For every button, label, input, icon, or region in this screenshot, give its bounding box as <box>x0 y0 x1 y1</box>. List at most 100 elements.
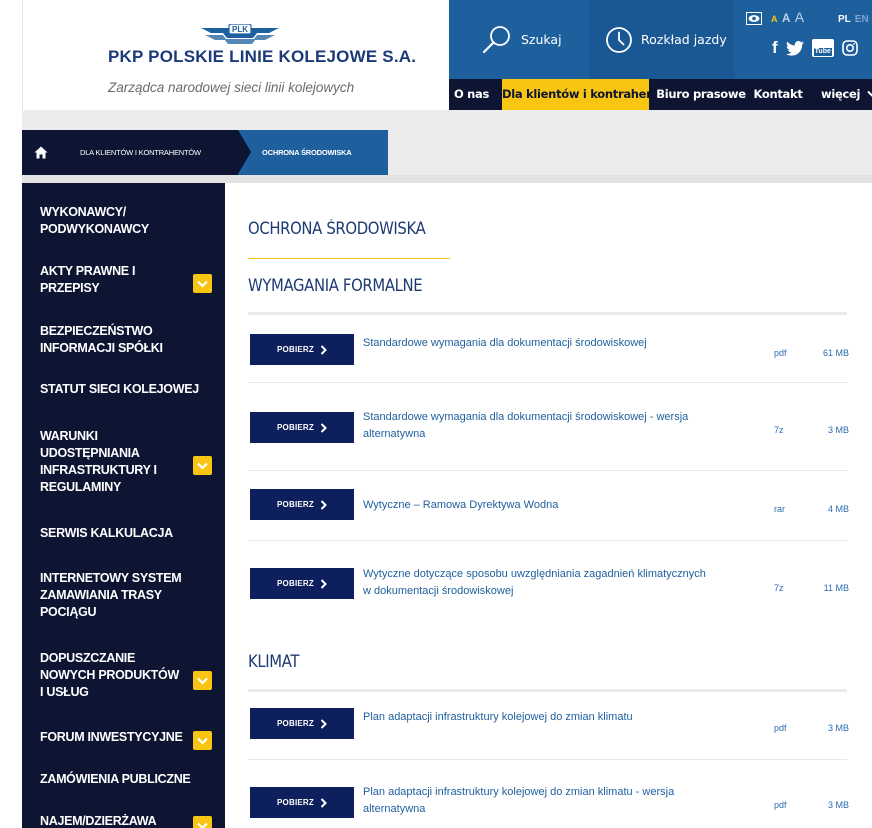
sidebar-item-6[interactable]: SERWIS KALKULACJA <box>22 525 225 546</box>
sidebar-item-11[interactable]: NAJEM/DZIERŻAWA <box>22 813 225 828</box>
download-button[interactable]: POBIERZ <box>250 412 354 443</box>
breadcrumb-separator <box>238 130 251 174</box>
main-nav: O nas Dla klientów i kontrahentów Biuro … <box>449 79 872 110</box>
sidebar-item-label-line: STATUT SIECI KOLEJOWEJ <box>40 382 199 396</box>
font-size-medium[interactable]: A <box>782 13 790 25</box>
nav-item-biuro-prasowe[interactable]: Biuro prasowe <box>655 79 747 110</box>
sidebar-item-label-line: SERWIS KALKULACJA <box>40 526 173 540</box>
download-button-label: POBIERZ <box>277 579 314 588</box>
facebook-icon[interactable]: f <box>772 38 778 58</box>
font-size-large[interactable]: A <box>795 9 804 25</box>
youtube-icon[interactable]: You Tube <box>811 39 834 57</box>
timetable-button[interactable]: Rozkład jazdy <box>589 0 734 79</box>
download-button[interactable]: POBIERZ <box>250 489 354 520</box>
sidebar-item-label-line: POCIĄGU <box>40 605 97 619</box>
nav-item-dla-klientow[interactable]: Dla klientów i kontrahentów <box>502 79 678 110</box>
document-title-line: Standardowe wymagania dla dokumentacji ś… <box>363 411 689 423</box>
chevron-down-icon <box>197 280 208 288</box>
breadcrumb-item-current: OCHRONA ŚRODOWISKA <box>238 130 388 175</box>
sidebar-item-label: NAJEM/DZIERŻAWA <box>40 813 157 828</box>
file-type: rar <box>774 504 785 514</box>
nav-item-kontakt[interactable]: Kontakt <box>747 79 809 110</box>
sidebar-item-label: ZAMÓWIENIA PUBLICZNE <box>40 771 191 788</box>
search-icon <box>482 25 510 53</box>
breadcrumb-item-dla-klientow[interactable]: DLA KLIENTÓW I KONTRAHENTÓW <box>60 130 238 175</box>
sidebar-item-2[interactable]: AKTY PRAWNE I PRZEPISY <box>22 263 225 301</box>
search-button[interactable]: Szukaj <box>449 0 589 79</box>
document-title-link[interactable]: Wytyczne dotyczące sposobu uwzględniania… <box>363 566 743 600</box>
sidebar-item-label: INTERNETOWY SYSTEM ZAMAWIANIA TRASY POCIĄG… <box>40 570 182 621</box>
eye-icon[interactable] <box>746 12 762 25</box>
expand-toggle[interactable] <box>193 731 212 750</box>
sidebar-item-label: WARUNKI UDOSTĘPNIANIA INFRASTRUKTURY I REGU… <box>40 428 157 496</box>
download-button[interactable]: POBIERZ <box>250 787 354 818</box>
row-separator <box>248 470 847 471</box>
chevron-right-icon <box>320 499 327 510</box>
font-size-small[interactable]: A <box>771 14 778 24</box>
expand-toggle[interactable] <box>193 671 212 690</box>
document-title-link[interactable]: Plan adaptacji infrastruktury kolejowej … <box>363 784 743 818</box>
expand-toggle[interactable] <box>193 456 212 475</box>
file-size: 3 MB <box>827 723 849 733</box>
breadcrumb-home[interactable] <box>22 130 60 175</box>
twitter-icon[interactable] <box>785 40 804 56</box>
youtube-label-bottom: Tube <box>813 48 832 56</box>
file-type: 7z <box>774 425 784 435</box>
sidebar-item-label-line: PRZEPISY <box>40 281 100 295</box>
timetable-label: Rozkład jazdy <box>641 32 727 47</box>
file-type: pdf <box>774 723 787 733</box>
sidebar-item-3[interactable]: BEZPIECZEŃSTWO INFORMACJI SPÓŁKI <box>22 323 225 361</box>
sidebar-item-label-line: WARUNKI <box>40 429 98 443</box>
sidebar-item-label-line: BEZPIECZEŃSTWO <box>40 324 153 338</box>
download-button[interactable]: POBIERZ <box>250 334 354 365</box>
instagram-icon[interactable] <box>842 40 858 56</box>
expand-toggle[interactable] <box>193 274 212 293</box>
main-content: OCHRONA ŚRODOWISKA WYMAGANIA FORMALNE POB… <box>225 183 872 828</box>
sidebar-item-7[interactable]: INTERNETOWY SYSTEM ZAMAWIANIA TRASY POCIĄG… <box>22 570 225 625</box>
page-title: OCHRONA ŚRODOWISKA <box>248 219 426 238</box>
sidebar-item-9[interactable]: FORUM INWESTYCYJNE <box>22 729 225 750</box>
download-button[interactable]: POBIERZ <box>250 568 354 599</box>
expand-toggle[interactable] <box>193 816 212 828</box>
document-title-link[interactable]: Plan adaptacji infrastruktury kolejowej … <box>363 709 743 726</box>
sidebar-item-8[interactable]: DOPUSZCZANIE NOWYCH PRODUKTÓW I USŁUG <box>22 650 225 705</box>
document-title-link[interactable]: Standardowe wymagania dla dokumentacji ś… <box>363 409 743 443</box>
sidebar-item-label-line: WYKONAWCY/ <box>40 205 126 219</box>
document-title-line: w dokumentacji środowiskowej <box>363 585 514 597</box>
home-icon <box>34 146 48 159</box>
title-underline <box>248 258 450 259</box>
site-title: PKP POLSKIE LINIE KOLEJOWE S.A. <box>108 47 417 66</box>
document-title-link[interactable]: Standardowe wymagania dla dokumentacji ś… <box>363 335 743 352</box>
plk-logo-icon: PLK <box>201 24 279 44</box>
section-divider <box>248 312 847 315</box>
document-row: POBIERZ Standardowe wymagania dla dokumen… <box>225 334 872 368</box>
logo-area[interactable]: PLK PKP POLSKIE LINIE KOLEJOWE S.A. Zarz… <box>22 0 449 110</box>
document-title-link[interactable]: Wytyczne – Ramowa Dyrektywa Wodna <box>363 497 743 514</box>
sidebar-item-label-line: AKTY PRAWNE I <box>40 264 136 278</box>
sidebar-item-10[interactable]: ZAMÓWIENIA PUBLICZNE <box>22 771 225 792</box>
sidebar-item-4[interactable]: STATUT SIECI KOLEJOWEJ <box>22 381 225 402</box>
sidebar-item-label-line: REGULAMINY <box>40 480 122 494</box>
clock-icon <box>606 26 632 53</box>
sidebar-item-1[interactable]: WYKONAWCY/PODWYKONAWCY <box>22 204 225 242</box>
download-button[interactable]: POBIERZ <box>250 708 354 739</box>
sidebar-item-label: SERWIS KALKULACJA <box>40 525 173 542</box>
section-divider <box>248 689 847 692</box>
nav-wiecej-label: więcej <box>821 87 861 101</box>
sidebar-item-label: STATUT SIECI KOLEJOWEJ <box>40 381 199 398</box>
chevron-down-icon <box>197 677 208 685</box>
lang-en-link[interactable]: EN <box>855 14 869 25</box>
nav-item-wiecej[interactable]: więcej <box>815 79 872 110</box>
download-button-label: POBIERZ <box>277 345 314 354</box>
sidebar-item-label: DOPUSZCZANIE NOWYCH PRODUKTÓW I USŁUG <box>40 650 179 701</box>
breadcrumb-bottom-strip <box>22 175 872 183</box>
file-type: 7z <box>774 583 784 593</box>
sidebar-item-label: BEZPIECZEŃSTWO INFORMACJI SPÓŁKI <box>40 323 163 357</box>
nav-item-o-nas[interactable]: O nas <box>449 79 494 110</box>
top-bar: Szukaj Rozkład jazdy A A A PL EN f You T… <box>449 0 872 79</box>
chevron-down-icon <box>197 462 208 470</box>
document-title-line: alternatywna <box>363 428 426 440</box>
lang-pl-link[interactable]: PL <box>838 14 851 25</box>
sidebar-item-5[interactable]: WARUNKI UDOSTĘPNIANIA INFRASTRUKTURY I REGU… <box>22 428 225 500</box>
document-row: POBIERZ Wytyczne dotyczące sposobu uwzglę… <box>225 568 872 602</box>
